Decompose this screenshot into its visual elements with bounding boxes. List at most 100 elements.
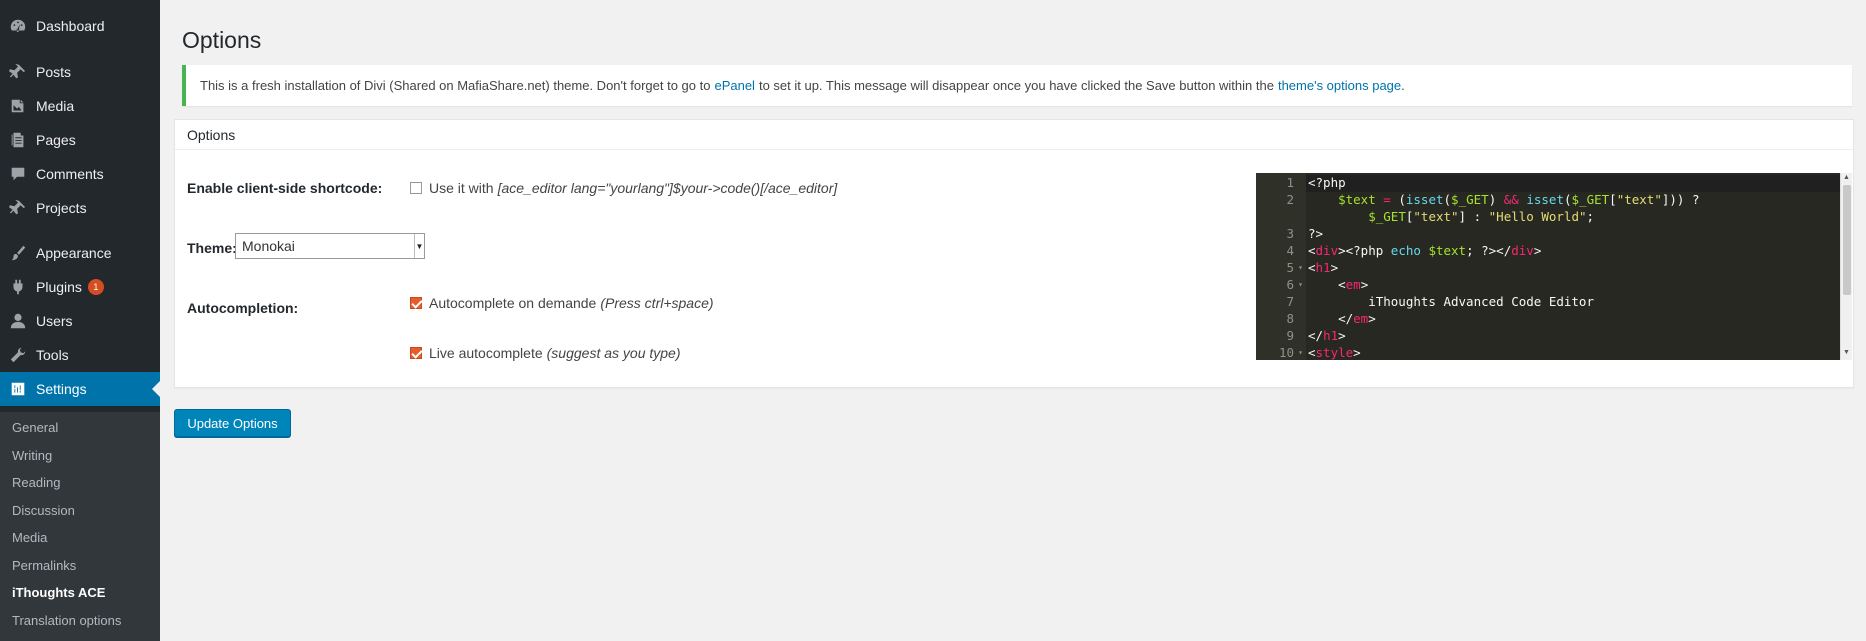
menu-label: Users — [36, 313, 73, 329]
editor-scrollbar[interactable]: ▲ ▼ — [1840, 173, 1852, 360]
submenu-item-discussion[interactable]: Discussion — [12, 503, 75, 518]
pin-icon — [0, 63, 36, 81]
code-line: <em> — [1308, 277, 1369, 292]
chevron-down-icon: ▼ — [414, 234, 424, 258]
menu-item-settings[interactable]: Settings — [0, 372, 160, 406]
submenu-item-reading[interactable]: Reading — [12, 475, 60, 490]
dashboard-icon — [0, 17, 36, 35]
line-number: 9 — [1286, 328, 1294, 343]
scroll-down-icon[interactable]: ▼ — [1843, 349, 1850, 356]
menu-item-tools[interactable]: Tools — [0, 338, 160, 372]
shortcode-field: Use it with [ace_editor lang="yourlang"]… — [410, 180, 837, 196]
submenu-item-translation-options[interactable]: Translation options — [12, 613, 121, 628]
scroll-up-icon[interactable]: ▲ — [1843, 174, 1850, 181]
user-icon — [0, 312, 36, 330]
comment-icon — [0, 165, 36, 183]
menu-item-appearance[interactable]: Appearance — [0, 236, 160, 270]
line-number: 2 — [1286, 192, 1294, 207]
wrench-icon — [0, 346, 36, 364]
line-number: 8 — [1286, 311, 1294, 326]
update-options-button[interactable]: Update Options — [174, 409, 291, 437]
scrollbar-thumb[interactable] — [1843, 185, 1851, 295]
code-editor-preview[interactable]: 1 2 3 4 5 ▾ 6 ▾ 7 8 9 10 ▾ <?php $text =… — [1256, 173, 1850, 360]
paintbrush-icon — [0, 244, 36, 262]
notice-text: . — [1401, 78, 1405, 93]
submenu-item-general[interactable]: General — [12, 420, 58, 435]
shortcode-label: Enable client-side shortcode: — [187, 180, 383, 196]
menu-item-dashboard[interactable]: Dashboard — [0, 9, 160, 43]
code-line: <style> — [1308, 345, 1361, 360]
code-line: <h1> — [1308, 260, 1339, 275]
pages-icon — [0, 131, 36, 149]
menu-label: Comments — [36, 166, 104, 182]
theme-notice: This is a fresh installation of Divi (Sh… — [182, 65, 1852, 106]
settings-submenu: General Writing Reading Discussion Media… — [0, 412, 160, 641]
fold-arrow-icon[interactable]: ▾ — [1298, 280, 1303, 289]
notice-text: to set it up. This message will disappea… — [758, 78, 1274, 93]
autocomplete-checkbox[interactable] — [410, 297, 422, 309]
code-line: <div><?php echo $text; ?></div> — [1308, 243, 1542, 258]
line-number: 4 — [1286, 243, 1294, 258]
menu-label: Posts — [36, 64, 72, 80]
submenu-item-writing[interactable]: Writing — [12, 448, 52, 463]
menu-item-posts[interactable]: Posts — [0, 55, 160, 89]
fold-arrow-icon[interactable]: ▾ — [1298, 348, 1303, 357]
line-number: 1 — [1286, 175, 1294, 190]
shortcode-checkbox[interactable] — [410, 182, 422, 194]
live-autocomplete-hint: (suggest as you type) — [546, 345, 681, 361]
live-autocomplete-text: Live autocomplete — [429, 345, 543, 361]
media-icon — [0, 97, 36, 115]
code-line: ?> — [1308, 226, 1324, 241]
code-line: iThoughts Advanced Code Editor — [1308, 294, 1594, 309]
theme-select-value: Monokai — [242, 238, 295, 254]
menu-item-projects[interactable]: Projects — [0, 191, 160, 225]
code-line: $_GET["text"] : "Hello World"; — [1368, 209, 1595, 224]
notice-text: This is a fresh installation of Divi (Sh… — [200, 78, 711, 93]
admin-sidebar: Dashboard Posts Media Pages Comments Pro… — [0, 0, 160, 641]
epanel-link[interactable]: ePanel — [714, 78, 754, 93]
line-number: 5 — [1286, 260, 1294, 275]
code-line: $text = (isset($_GET) && isset($_GET["te… — [1338, 192, 1700, 207]
line-number: 10 — [1278, 345, 1294, 360]
menu-label: Dashboard — [36, 18, 105, 34]
menu-item-plugins[interactable]: Plugins 1 — [0, 270, 160, 304]
line-number: 6 — [1286, 277, 1294, 292]
menu-label: Tools — [36, 347, 69, 363]
menu-label: Settings — [36, 381, 87, 397]
pin-icon — [0, 199, 36, 217]
live-autocomplete-checkbox[interactable] — [410, 347, 422, 359]
menu-label: Projects — [36, 200, 87, 216]
code-line: </h1> — [1308, 328, 1346, 343]
autocompletion-label: Autocompletion: — [187, 300, 299, 316]
editor-gutter: 1 2 3 4 5 ▾ 6 ▾ 7 8 9 10 ▾ — [1256, 173, 1306, 360]
plugin-icon — [0, 278, 36, 296]
autocomplete-field: Autocomplete on demande (Press ctrl+spac… — [410, 295, 714, 311]
autocomplete-hint: (Press ctrl+space) — [600, 295, 714, 311]
active-line-highlight — [1306, 175, 1850, 192]
submenu-item-permalinks[interactable]: Permalinks — [12, 558, 76, 573]
menu-item-users[interactable]: Users — [0, 304, 160, 338]
code-line: <?php — [1308, 175, 1346, 190]
menu-label: Appearance — [36, 245, 112, 261]
menu-label: Plugins — [36, 279, 82, 295]
line-number: 3 — [1286, 226, 1294, 241]
shortcode-hint: [ace_editor lang="yourlang"]$your->code(… — [497, 180, 838, 196]
autocomplete-text: Autocomplete on demande — [429, 295, 597, 311]
page-title: Options — [182, 27, 262, 53]
menu-label: Media — [36, 98, 75, 114]
code-line: </em> — [1308, 311, 1376, 326]
theme-select[interactable]: Monokai ▼ — [235, 233, 425, 259]
theme-options-link[interactable]: theme's options page — [1278, 78, 1401, 93]
menu-item-pages[interactable]: Pages — [0, 123, 160, 157]
menu-item-media[interactable]: Media — [0, 89, 160, 123]
settings-icon — [0, 380, 36, 398]
line-number: 7 — [1286, 294, 1294, 309]
live-autocomplete-field: Live autocomplete (suggest as you type) — [410, 345, 681, 361]
fold-arrow-icon[interactable]: ▾ — [1298, 263, 1303, 272]
submenu-item-media[interactable]: Media — [12, 530, 47, 545]
menu-item-comments[interactable]: Comments — [0, 157, 160, 191]
options-panel-header: Options — [175, 120, 1853, 150]
menu-label: Pages — [36, 132, 76, 148]
shortcode-text: Use it with — [429, 180, 494, 196]
submenu-item-ithoughts-ace[interactable]: iThoughts ACE — [12, 585, 105, 600]
